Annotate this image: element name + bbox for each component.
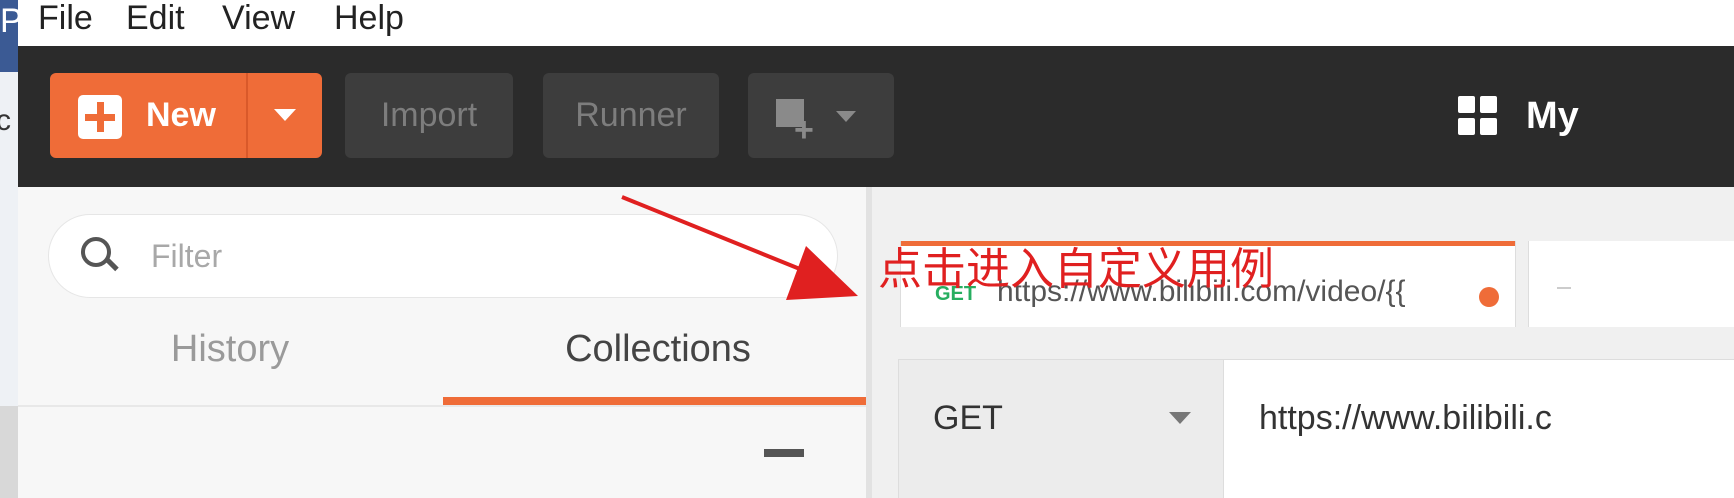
url-bar: GET https://www.bilibili.c: [898, 359, 1734, 498]
chevron-down-icon: [836, 111, 856, 122]
background-window-panel: [0, 406, 18, 498]
menu-help[interactable]: Help: [334, 0, 404, 38]
chevron-down-icon: [1169, 412, 1191, 424]
method-select[interactable]: GET: [899, 360, 1224, 498]
sort-icon[interactable]: [764, 449, 804, 457]
app-window: P c File Edit View Help New Import Runne…: [0, 0, 1734, 498]
tab-history[interactable]: History: [96, 325, 364, 373]
filter-input[interactable]: [149, 229, 813, 283]
new-button-divider: [246, 73, 248, 158]
background-window-glyph: c: [0, 104, 11, 137]
tabs-divider: [18, 405, 866, 407]
add-tab-button[interactable]: [1528, 241, 1734, 327]
tab-collections[interactable]: Collections: [518, 325, 798, 373]
background-window-titlebar: P: [0, 0, 23, 72]
unsaved-changes-dot-icon: [1479, 287, 1499, 307]
import-button[interactable]: Import: [345, 73, 513, 158]
sidebar: History Collections: [18, 187, 866, 498]
main-panel: GET https://www.bilibili.com/video/{{ GE…: [872, 187, 1734, 498]
menu-view[interactable]: View: [222, 0, 295, 38]
new-button-label: New: [146, 96, 216, 134]
new-window-plus-icon: +: [794, 111, 814, 149]
menu-bar: File Edit View Help: [18, 0, 1734, 46]
new-dropdown-caret-icon[interactable]: [274, 109, 296, 121]
workspace-label[interactable]: My: [1526, 94, 1579, 138]
runner-button[interactable]: Runner: [543, 73, 719, 158]
menu-file[interactable]: File: [38, 0, 93, 38]
search-icon: [81, 237, 119, 272]
menu-edit[interactable]: Edit: [126, 0, 185, 38]
add-tab-icon: [1557, 287, 1571, 289]
new-button[interactable]: New: [50, 73, 322, 158]
background-window-edge: P c: [0, 0, 23, 498]
workspaces-grid-icon[interactable]: [1458, 96, 1498, 136]
method-select-value: GET: [933, 399, 1003, 437]
header-toolbar: New Import Runner + My: [18, 46, 1734, 187]
active-tab-indicator: [443, 397, 866, 405]
url-input[interactable]: https://www.bilibili.c: [1259, 396, 1552, 440]
annotation-text: 点击进入自定义用例: [878, 244, 1274, 295]
filter-box[interactable]: [48, 214, 838, 298]
new-window-button[interactable]: +: [748, 73, 894, 158]
plus-icon: [78, 95, 122, 139]
